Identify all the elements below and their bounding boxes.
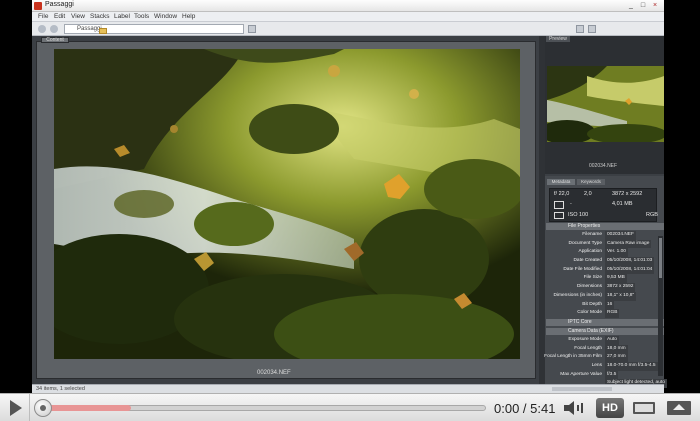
- tab-content[interactable]: Content: [41, 37, 69, 43]
- play-icon: [10, 400, 22, 416]
- tab-keywords[interactable]: Keywords: [577, 179, 605, 185]
- property-row: Color Mode RGB: [545, 309, 663, 318]
- path-field[interactable]: Passaggi: [64, 24, 244, 34]
- video-player-controls: 0:00 / 5:41 HD: [0, 393, 700, 421]
- preview-filename: 002034.NEF: [589, 163, 618, 169]
- tab-preview[interactable]: Preview: [546, 36, 570, 42]
- window-title: Passaggi: [45, 1, 74, 8]
- property-row: Document Type Camera Raw image: [545, 239, 663, 249]
- volume-icon: [564, 401, 583, 415]
- app-icon: [34, 2, 42, 10]
- preview-panel: Preview 002034.NEF: [545, 36, 664, 174]
- property-row: Max Aperture Value f/3.5: [545, 370, 663, 380]
- color-mode-value: RGB: [646, 212, 658, 218]
- photo-filename: 002034.NEF: [257, 370, 291, 376]
- back-button[interactable]: [38, 25, 46, 33]
- forward-button[interactable]: [50, 25, 58, 33]
- screen-size-icon: [633, 402, 655, 414]
- folder-icon: [99, 28, 107, 34]
- aperture-value: f/ 22,0: [554, 191, 570, 197]
- maximize-button[interactable]: □: [638, 1, 648, 10]
- status-bar: 34 items, 1 selected: [32, 384, 664, 393]
- metering-icon: [554, 212, 564, 219]
- menu-view[interactable]: View: [71, 13, 85, 20]
- property-row: Bit Depth 16: [545, 300, 663, 310]
- metadata-scrollbar[interactable]: [658, 236, 663, 376]
- menu-window[interactable]: Window: [154, 13, 177, 20]
- iso-value: ISO 100: [568, 212, 589, 218]
- menu-edit[interactable]: Edit: [54, 13, 65, 20]
- menu-help[interactable]: Help: [182, 13, 195, 20]
- menu-stacks[interactable]: Stacks: [90, 13, 110, 20]
- playhead-dot: [40, 405, 46, 411]
- progress-scrubber[interactable]: [34, 399, 486, 417]
- menu-label[interactable]: Label: [114, 13, 130, 20]
- metadata-scroll-thumb[interactable]: [659, 238, 662, 278]
- path-text: Passaggi: [77, 26, 102, 32]
- stream-photo: [54, 49, 520, 359]
- file-properties-list: Filename 002034.NEF Document Type Camera R…: [545, 231, 663, 318]
- buffered-bar: [42, 405, 131, 411]
- video-frame: Passaggi _ □ × File Edit View Stacks Lab…: [0, 0, 700, 421]
- property-row: Date File Modified 05/10/2008, 14:01:04: [545, 265, 663, 275]
- play-button[interactable]: [0, 394, 30, 421]
- property-row: Exposure Mode Auto: [545, 336, 663, 345]
- menu-file[interactable]: File: [38, 13, 48, 20]
- exposure-bias: -: [570, 201, 572, 207]
- section-camera-data[interactable]: Camera Data (EXIF): [546, 328, 664, 335]
- hd-button[interactable]: HD: [596, 398, 624, 418]
- property-row: Focal Length 18,0 mm: [545, 344, 663, 354]
- fullscreen-icon: [667, 401, 691, 415]
- property-row: Dimensions (in inches) 18,1" x 10,8": [545, 291, 663, 301]
- property-row: Dimensions 3872 x 2592: [545, 283, 663, 292]
- menu-tools[interactable]: Tools: [134, 13, 149, 20]
- property-row: File Size 9,53 MB: [545, 274, 663, 284]
- shutter-value: 2,0: [584, 191, 592, 197]
- fullscreen-button[interactable]: [664, 398, 694, 418]
- metadata-panel: Metadata Keywords f/ 22,0 2,0 3872 x 259…: [544, 176, 667, 389]
- sort-button[interactable]: [588, 25, 596, 33]
- exif-summary: f/ 22,0 2,0 3872 x 2592 4,01 MB - ISO 10…: [549, 188, 658, 222]
- property-row: Date Created 05/10/2008, 14:01:03: [545, 257, 663, 266]
- content-panel: Content 002034.NEF: [36, 37, 536, 379]
- dimensions-value: 3872 x 2592: [612, 191, 643, 197]
- minimize-button[interactable]: _: [626, 1, 636, 10]
- preview-thumbnail[interactable]: [547, 66, 664, 142]
- time-display: 0:00 / 5:41: [494, 401, 556, 416]
- status-text: 34 items, 1 selected: [36, 386, 85, 392]
- camera-data-list: Exposure Mode Auto Focal Length 18,0 mm Fo…: [544, 336, 667, 389]
- app-body: Content 002034.NEF Preview 002034.NEF Me…: [32, 36, 667, 389]
- property-row: Application Ver. 1.00: [545, 248, 663, 258]
- volume-button[interactable]: [560, 398, 588, 418]
- thumbnail-size-slider[interactable]: [552, 387, 612, 391]
- path-dropdown-button[interactable]: [248, 25, 256, 33]
- close-button[interactable]: ×: [650, 1, 660, 10]
- menu-bar: File Edit View Stacks Label Tools Window…: [32, 12, 664, 22]
- section-iptc-core[interactable]: IPTC Core: [546, 319, 664, 326]
- photo-preview[interactable]: [54, 49, 520, 359]
- file-size-value: 4,01 MB: [612, 201, 633, 207]
- property-row: Lens 18.0-70.0 mm f/3.5-4.5: [545, 362, 663, 371]
- view-mode-button[interactable]: [576, 25, 584, 33]
- property-row: Focal Length in 35mm Film 27,0 mm: [544, 353, 663, 363]
- exposure-icon: [554, 201, 564, 209]
- screen-size-button[interactable]: [630, 398, 658, 418]
- playhead-knob[interactable]: [34, 399, 52, 417]
- toolbar: Passaggi: [32, 22, 664, 36]
- section-file-properties[interactable]: File Properties: [546, 223, 664, 230]
- window-titlebar: Passaggi _ □ ×: [32, 0, 664, 12]
- property-row: Filename 002034.NEF: [545, 231, 663, 240]
- tab-metadata[interactable]: Metadata: [547, 179, 575, 185]
- preview-thumbnail-image: [547, 66, 664, 142]
